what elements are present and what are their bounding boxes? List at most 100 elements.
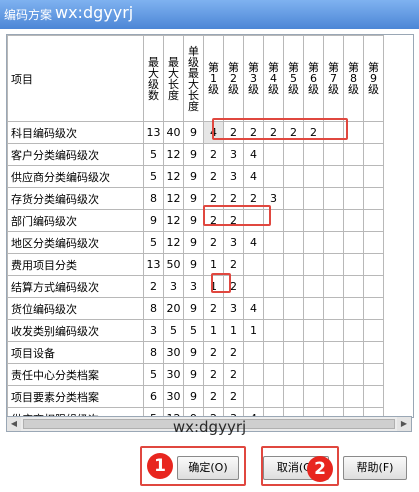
level-3-cell[interactable] xyxy=(243,363,264,386)
level-7-cell[interactable] xyxy=(323,385,344,408)
level-3-cell[interactable]: 1 xyxy=(243,319,264,342)
level-4-cell[interactable] xyxy=(263,385,284,408)
level-9-cell[interactable] xyxy=(363,297,384,320)
table-row[interactable]: 货位编码级次 8 20 9 2 3 4 xyxy=(7,297,384,320)
level-1-cell[interactable]: 1 xyxy=(203,275,224,298)
level-9-cell[interactable] xyxy=(363,275,384,298)
single-max-cell[interactable]: 9 xyxy=(183,385,204,408)
level-6-cell[interactable] xyxy=(303,341,324,364)
single-max-cell[interactable]: 5 xyxy=(183,319,204,342)
level-2-cell[interactable]: 2 xyxy=(223,385,244,408)
level-4-cell[interactable]: 3 xyxy=(263,187,284,210)
row-name-cell[interactable]: 费用项目分类 xyxy=(7,253,144,276)
table-row[interactable]: 责任中心分类档案 5 30 9 2 2 xyxy=(7,363,384,386)
level-7-cell[interactable] xyxy=(323,319,344,342)
level-6-cell[interactable] xyxy=(303,275,324,298)
level-7-cell[interactable] xyxy=(323,165,344,188)
level-8-cell[interactable] xyxy=(343,121,364,144)
level-8-cell[interactable] xyxy=(343,363,364,386)
level-8-cell[interactable] xyxy=(343,385,364,408)
level-2-cell[interactable]: 3 xyxy=(223,165,244,188)
max-length-cell[interactable]: 3 xyxy=(163,275,184,298)
level-4-cell[interactable] xyxy=(263,253,284,276)
max-levels-cell[interactable]: 5 xyxy=(143,165,164,188)
level-4-cell[interactable] xyxy=(263,341,284,364)
level-5-cell[interactable] xyxy=(283,319,304,342)
max-length-cell[interactable]: 30 xyxy=(163,363,184,386)
level-8-cell[interactable] xyxy=(343,231,364,254)
row-name-cell[interactable]: 项目要素分类档案 xyxy=(7,385,144,408)
level-2-cell[interactable]: 3 xyxy=(223,297,244,320)
level-7-cell[interactable] xyxy=(323,143,344,166)
level-9-cell[interactable] xyxy=(363,341,384,364)
level-3-cell[interactable] xyxy=(243,275,264,298)
level-5-cell[interactable] xyxy=(283,275,304,298)
level-2-cell[interactable]: 3 xyxy=(223,143,244,166)
level-8-cell[interactable] xyxy=(343,275,364,298)
level-3-cell[interactable] xyxy=(243,253,264,276)
row-name-cell[interactable]: 收发类别编码级次 xyxy=(7,319,144,342)
table-row[interactable]: 科目编码级次 13 40 9 4 2 2 2 2 2 xyxy=(7,121,384,144)
level-1-cell[interactable]: 2 xyxy=(203,231,224,254)
table-row[interactable]: 结算方式编码级次 2 3 3 1 2 xyxy=(7,275,384,298)
table-row[interactable]: 存货分类编码级次 8 12 9 2 2 2 3 xyxy=(7,187,384,210)
level-7-cell[interactable] xyxy=(323,209,344,232)
level-4-cell[interactable] xyxy=(263,275,284,298)
level-3-cell[interactable]: 2 xyxy=(243,121,264,144)
level-6-cell[interactable] xyxy=(303,209,324,232)
level-1-cell[interactable]: 2 xyxy=(203,165,224,188)
level-9-cell[interactable] xyxy=(363,363,384,386)
table-row[interactable]: 部门编码级次 9 12 9 2 2 xyxy=(7,209,384,232)
row-name-cell[interactable]: 部门编码级次 xyxy=(7,209,144,232)
row-name-cell[interactable]: 货位编码级次 xyxy=(7,297,144,320)
level-7-cell[interactable] xyxy=(323,297,344,320)
level-8-cell[interactable] xyxy=(343,253,364,276)
row-name-cell[interactable]: 客户分类编码级次 xyxy=(7,143,144,166)
level-3-cell[interactable]: 2 xyxy=(243,187,264,210)
table-row[interactable]: 客户分类编码级次 5 12 9 2 3 4 xyxy=(7,143,384,166)
level-8-cell[interactable] xyxy=(343,143,364,166)
level-1-cell[interactable]: 1 xyxy=(203,253,224,276)
max-levels-cell[interactable]: 5 xyxy=(143,143,164,166)
level-7-cell[interactable] xyxy=(323,253,344,276)
table-row[interactable]: 地区分类编码级次 5 12 9 2 3 4 xyxy=(7,231,384,254)
max-levels-cell[interactable]: 2 xyxy=(143,275,164,298)
level-4-cell[interactable] xyxy=(263,363,284,386)
level-5-cell[interactable] xyxy=(283,187,304,210)
level-9-cell[interactable] xyxy=(363,231,384,254)
level-9-cell[interactable] xyxy=(363,165,384,188)
level-3-cell[interactable]: 4 xyxy=(243,143,264,166)
level-6-cell[interactable] xyxy=(303,297,324,320)
level-8-cell[interactable] xyxy=(343,209,364,232)
max-levels-cell[interactable]: 5 xyxy=(143,231,164,254)
row-name-cell[interactable]: 结算方式编码级次 xyxy=(7,275,144,298)
level-9-cell[interactable] xyxy=(363,385,384,408)
level-2-cell[interactable]: 2 xyxy=(223,187,244,210)
max-levels-cell[interactable]: 8 xyxy=(143,187,164,210)
table-row[interactable]: 供应商分类编码级次 5 12 9 2 3 4 xyxy=(7,165,384,188)
single-max-cell[interactable]: 3 xyxy=(183,275,204,298)
single-max-cell[interactable]: 9 xyxy=(183,143,204,166)
single-max-cell[interactable]: 9 xyxy=(183,231,204,254)
level-9-cell[interactable] xyxy=(363,209,384,232)
table-row[interactable]: 收发类别编码级次 3 5 5 1 1 1 xyxy=(7,319,384,342)
level-2-cell[interactable]: 2 xyxy=(223,121,244,144)
max-levels-cell[interactable]: 5 xyxy=(143,363,164,386)
level-5-cell[interactable] xyxy=(283,231,304,254)
level-4-cell[interactable] xyxy=(263,143,284,166)
single-max-cell[interactable]: 9 xyxy=(183,209,204,232)
level-3-cell[interactable] xyxy=(243,209,264,232)
level-5-cell[interactable] xyxy=(283,253,304,276)
level-7-cell[interactable] xyxy=(323,187,344,210)
max-levels-cell[interactable]: 13 xyxy=(143,253,164,276)
level-1-cell[interactable]: 2 xyxy=(203,187,224,210)
single-max-cell[interactable]: 9 xyxy=(183,187,204,210)
level-5-cell[interactable] xyxy=(283,385,304,408)
max-length-cell[interactable]: 12 xyxy=(163,165,184,188)
level-6-cell[interactable] xyxy=(303,231,324,254)
level-5-cell[interactable]: 2 xyxy=(283,121,304,144)
max-length-cell[interactable]: 12 xyxy=(163,143,184,166)
row-name-cell[interactable]: 项目设备 xyxy=(7,341,144,364)
level-7-cell[interactable] xyxy=(323,121,344,144)
level-8-cell[interactable] xyxy=(343,341,364,364)
